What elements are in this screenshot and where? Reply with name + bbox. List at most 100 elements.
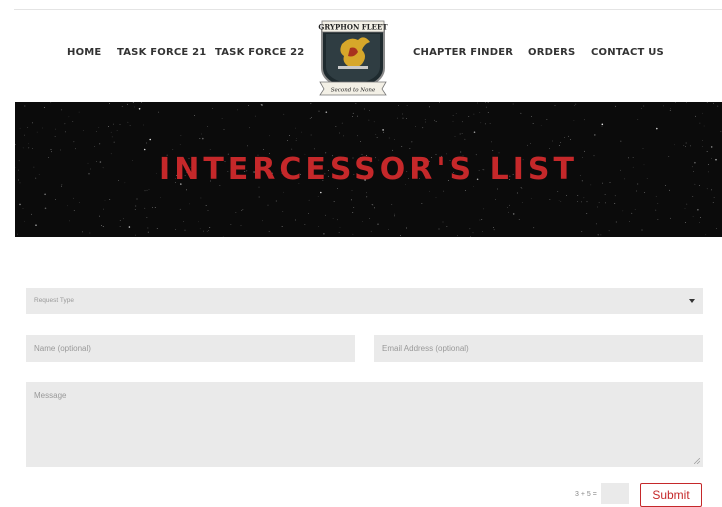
resize-grip-icon[interactable] [694, 458, 700, 464]
star [99, 144, 100, 145]
star [295, 128, 296, 129]
star [255, 116, 256, 117]
star [530, 143, 531, 144]
star [470, 228, 471, 229]
star [699, 222, 700, 223]
request-type-select[interactable]: Request Type [26, 288, 703, 314]
star [686, 143, 687, 144]
star [486, 107, 487, 108]
captcha-answer-input[interactable] [601, 483, 629, 504]
star [44, 194, 46, 196]
star [249, 127, 250, 128]
star [372, 204, 373, 205]
star [509, 205, 510, 206]
star [60, 150, 61, 151]
star [123, 218, 124, 219]
star [212, 108, 213, 109]
star [24, 221, 25, 222]
message-placeholder: Message [34, 382, 66, 410]
nav-task-force-21[interactable]: TASK FORCE 21 [117, 47, 206, 58]
star [559, 200, 560, 201]
star [656, 196, 657, 197]
star [685, 222, 686, 223]
name-field[interactable]: Name (optional) [26, 335, 355, 362]
star [295, 220, 296, 221]
star [455, 136, 456, 137]
star [352, 212, 353, 213]
email-field[interactable]: Email Address (optional) [374, 335, 703, 362]
star [394, 139, 395, 140]
star [605, 203, 606, 204]
star [702, 140, 703, 141]
star [224, 129, 225, 130]
star [129, 226, 131, 228]
star [391, 204, 392, 205]
star [366, 197, 367, 198]
star [462, 121, 463, 122]
star [398, 105, 399, 106]
star [616, 222, 617, 223]
star [311, 103, 312, 104]
star [269, 231, 270, 232]
star [584, 119, 585, 120]
star [702, 113, 703, 114]
star [700, 217, 701, 218]
star [69, 221, 70, 222]
star [531, 198, 532, 199]
star [145, 190, 146, 191]
star [82, 232, 83, 233]
star [333, 218, 334, 219]
star [19, 204, 21, 206]
star [564, 137, 565, 138]
star [352, 116, 353, 117]
nav-chapter-finder[interactable]: CHAPTER FINDER [413, 47, 513, 58]
star [357, 135, 358, 136]
star [135, 235, 136, 236]
star [401, 146, 402, 147]
message-field[interactable]: Message [26, 382, 703, 467]
nav-contact-us[interactable]: CONTACT US [591, 47, 664, 58]
star [74, 141, 75, 142]
nav-task-force-22[interactable]: TASK FORCE 22 [215, 47, 304, 58]
star [491, 142, 492, 143]
star [248, 105, 249, 106]
star [203, 231, 204, 232]
submit-button[interactable]: Submit [640, 483, 702, 507]
star [481, 219, 482, 220]
star [135, 209, 136, 210]
star [342, 123, 343, 124]
star [663, 106, 664, 107]
star [291, 149, 292, 150]
star [468, 116, 469, 117]
star [700, 123, 701, 124]
star [597, 207, 598, 208]
star [513, 213, 515, 215]
star [480, 220, 481, 221]
star [480, 122, 481, 123]
star [237, 110, 238, 111]
star [415, 126, 416, 127]
star [629, 221, 630, 222]
star [259, 197, 260, 198]
star [453, 121, 454, 122]
site-logo[interactable]: GRYPHON FLEET Second to None [312, 18, 394, 96]
star [434, 120, 435, 121]
star [158, 112, 159, 113]
star [311, 117, 312, 118]
star [357, 116, 358, 117]
star [65, 132, 66, 133]
star [31, 214, 32, 215]
star [658, 219, 659, 220]
star [120, 124, 121, 125]
star [32, 123, 33, 124]
star [180, 209, 181, 210]
star [714, 197, 715, 198]
star [353, 207, 354, 208]
star [362, 221, 363, 222]
star [143, 125, 144, 126]
nav-home[interactable]: HOME [67, 47, 101, 58]
star [371, 231, 372, 232]
star [55, 129, 56, 130]
star [189, 204, 190, 205]
nav-orders[interactable]: ORDERS [528, 47, 575, 58]
